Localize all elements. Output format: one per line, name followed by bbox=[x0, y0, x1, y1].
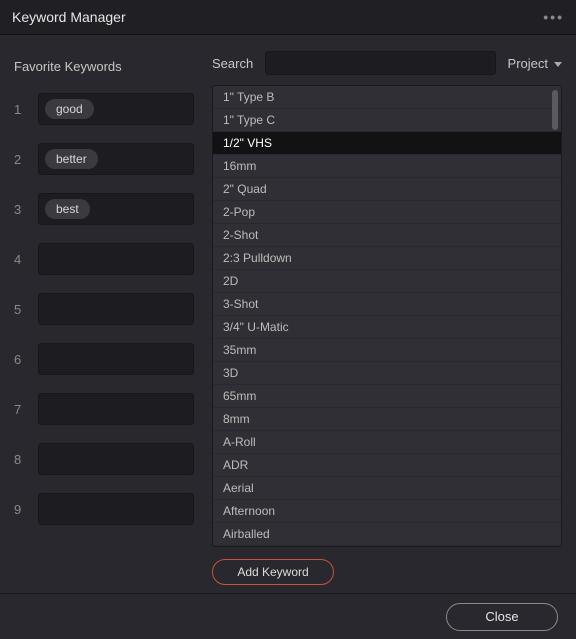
favorite-slot[interactable] bbox=[38, 443, 194, 475]
scope-label: Project bbox=[508, 56, 548, 71]
favorite-slot-number: 9 bbox=[14, 502, 26, 517]
favorite-slot-number: 7 bbox=[14, 402, 26, 417]
keyword-item[interactable]: 8mm bbox=[213, 408, 561, 431]
keyword-item[interactable]: ADR bbox=[213, 454, 561, 477]
keyword-item[interactable]: 1" Type B bbox=[213, 86, 561, 109]
keyword-item[interactable]: 35mm bbox=[213, 339, 561, 362]
favorite-slot-number: 6 bbox=[14, 352, 26, 367]
favorite-slot[interactable]: best bbox=[38, 193, 194, 225]
keyword-item[interactable]: 65mm bbox=[213, 385, 561, 408]
favorite-slot[interactable] bbox=[38, 393, 194, 425]
favorite-slot-number: 1 bbox=[14, 102, 26, 117]
keyword-item[interactable]: 16mm bbox=[213, 155, 561, 178]
search-input[interactable] bbox=[265, 51, 495, 75]
favorite-slot-number: 2 bbox=[14, 152, 26, 167]
favorite-slot[interactable] bbox=[38, 493, 194, 525]
add-keyword-button[interactable]: Add Keyword bbox=[212, 559, 334, 585]
scrollbar-thumb[interactable] bbox=[552, 90, 558, 130]
keyword-item[interactable]: 1/2" VHS bbox=[213, 132, 561, 155]
keyword-tag[interactable]: best bbox=[45, 199, 90, 219]
keyword-item[interactable]: 2" Quad bbox=[213, 178, 561, 201]
keyword-item[interactable]: 2-Shot bbox=[213, 224, 561, 247]
favorite-slot-number: 8 bbox=[14, 452, 26, 467]
keyword-tag[interactable]: better bbox=[45, 149, 98, 169]
keyword-item[interactable]: 2-Pop bbox=[213, 201, 561, 224]
keyword-item[interactable]: 3D bbox=[213, 362, 561, 385]
chevron-down-icon bbox=[554, 62, 562, 67]
close-button[interactable]: Close bbox=[446, 603, 558, 631]
favorite-slot-number: 5 bbox=[14, 302, 26, 317]
keyword-item[interactable]: 2:3 Pulldown bbox=[213, 247, 561, 270]
favorite-slot[interactable] bbox=[38, 243, 194, 275]
keyword-list[interactable]: 1" Type B1" Type C1/2" VHS16mm2" Quad2-P… bbox=[212, 85, 562, 547]
window-title: Keyword Manager bbox=[12, 9, 543, 25]
favorite-slot[interactable] bbox=[38, 293, 194, 325]
favorites-header: Favorite Keywords bbox=[14, 51, 194, 81]
scope-dropdown[interactable]: Project bbox=[508, 56, 562, 71]
keyword-item[interactable]: Airballed bbox=[213, 523, 561, 546]
titlebar: Keyword Manager ••• bbox=[0, 0, 576, 35]
keyword-item[interactable]: 3/4" U-Matic bbox=[213, 316, 561, 339]
favorite-slot[interactable]: better bbox=[38, 143, 194, 175]
keyword-item[interactable]: A-Roll bbox=[213, 431, 561, 454]
favorite-slot[interactable] bbox=[38, 343, 194, 375]
more-options-icon[interactable]: ••• bbox=[543, 9, 564, 25]
keyword-item[interactable]: 1" Type C bbox=[213, 109, 561, 132]
keyword-item[interactable]: 3-Shot bbox=[213, 293, 561, 316]
keyword-item[interactable]: Afternoon bbox=[213, 500, 561, 523]
favorite-slot-number: 4 bbox=[14, 252, 26, 267]
keyword-tag[interactable]: good bbox=[45, 99, 94, 119]
keyword-item[interactable]: 2D bbox=[213, 270, 561, 293]
keyword-item[interactable]: Aerial bbox=[213, 477, 561, 500]
favorite-slot-number: 3 bbox=[14, 202, 26, 217]
favorite-slot[interactable]: good bbox=[38, 93, 194, 125]
search-label: Search bbox=[212, 56, 253, 71]
